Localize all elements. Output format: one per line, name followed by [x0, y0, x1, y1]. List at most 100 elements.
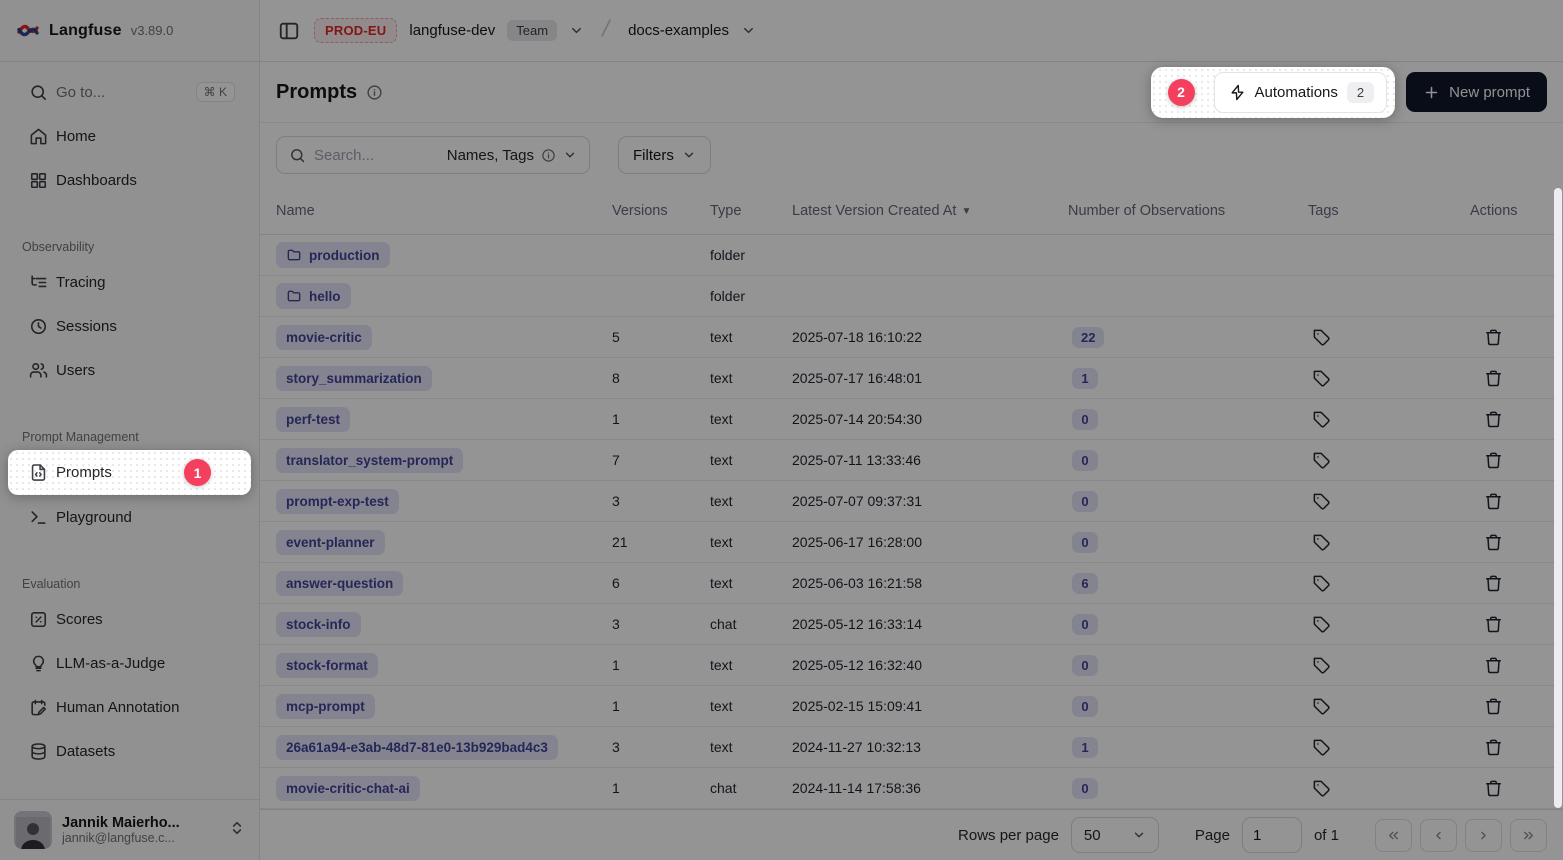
previous-page-button[interactable]: [1420, 819, 1457, 852]
prompt-name-badge[interactable]: stock-info: [276, 612, 361, 637]
prompt-name-badge[interactable]: hello: [276, 283, 351, 309]
sidebar-item-label: Sessions: [56, 318, 117, 335]
table-row[interactable]: movie-critic-chat-ai 1 chat 2024-11-14 1…: [260, 768, 1563, 809]
delete-icon[interactable]: [1480, 406, 1507, 433]
tag-icon[interactable]: [1308, 529, 1335, 556]
delete-icon[interactable]: [1480, 365, 1507, 392]
table-row[interactable]: perf-test 1 text 2025-07-14 20:54:30 0: [260, 399, 1563, 440]
column-header-name[interactable]: Name: [276, 203, 612, 219]
goto-search[interactable]: Go to... ⌘ K: [12, 70, 247, 114]
prompt-name-badge[interactable]: perf-test: [276, 407, 350, 432]
delete-icon[interactable]: [1480, 488, 1507, 515]
column-header-observations[interactable]: Number of Observations: [1068, 203, 1308, 219]
tag-icon[interactable]: [1308, 447, 1335, 474]
prompt-name-badge[interactable]: mcp-prompt: [276, 694, 375, 719]
delete-icon[interactable]: [1480, 693, 1507, 720]
panel-left-icon[interactable]: [276, 18, 302, 44]
delete-icon[interactable]: [1480, 570, 1507, 597]
delete-icon[interactable]: [1480, 734, 1507, 761]
table-row[interactable]: answer-question 6 text 2025-06-03 16:21:…: [260, 563, 1563, 604]
breadcrumb: PROD-EU langfuse-dev Team docs-examples: [260, 0, 1563, 62]
filters-button[interactable]: Filters: [618, 136, 711, 174]
org-name[interactable]: langfuse-dev: [409, 22, 495, 39]
sidebar-item-prompts[interactable]: Prompts 1: [12, 451, 247, 494]
sidebar-item-home[interactable]: Home: [12, 114, 247, 158]
first-page-button[interactable]: [1375, 819, 1412, 852]
sidebar-item-sessions[interactable]: Sessions: [12, 304, 247, 348]
search-scope-select[interactable]: Names, Tags: [447, 147, 577, 164]
sidebar-item-dashboards[interactable]: Dashboards: [12, 158, 247, 202]
table-scrollbar[interactable]: [1554, 188, 1562, 808]
tag-icon[interactable]: [1308, 488, 1335, 515]
tag-icon[interactable]: [1308, 611, 1335, 638]
delete-icon[interactable]: [1480, 775, 1507, 802]
tag-icon[interactable]: [1308, 652, 1335, 679]
tag-icon[interactable]: [1308, 324, 1335, 351]
delete-icon[interactable]: [1480, 611, 1507, 638]
table-row[interactable]: prompt-exp-test 3 text 2025-07-07 09:37:…: [260, 481, 1563, 522]
column-header-type[interactable]: Type: [710, 203, 792, 219]
project-name[interactable]: docs-examples: [628, 22, 729, 39]
prompt-name-badge[interactable]: answer-question: [276, 571, 403, 596]
sidebar-item-llm-judge[interactable]: LLM-as-a-Judge: [12, 641, 247, 685]
prompt-name: event-planner: [286, 535, 375, 550]
column-header-versions[interactable]: Versions: [612, 203, 710, 219]
delete-icon[interactable]: [1480, 447, 1507, 474]
environment-badge[interactable]: PROD-EU: [314, 18, 397, 43]
prompt-name-badge[interactable]: 26a61a94-e3ab-48d7-81e0-13b929bad4c3: [276, 735, 558, 760]
sidebar-item-tracing[interactable]: Tracing: [12, 260, 247, 304]
delete-icon[interactable]: [1480, 652, 1507, 679]
table-row[interactable]: mcp-prompt 1 text 2025-02-15 15:09:41 0: [260, 686, 1563, 727]
type-cell: folder: [710, 288, 792, 304]
prompt-name-badge[interactable]: translator_system-prompt: [276, 448, 463, 473]
tag-icon[interactable]: [1308, 406, 1335, 433]
last-page-button[interactable]: [1510, 819, 1547, 852]
table-row[interactable]: story_summarization 8 text 2025-07-17 16…: [260, 358, 1563, 399]
search-input[interactable]: [314, 147, 439, 164]
table-row[interactable]: 26a61a94-e3ab-48d7-81e0-13b929bad4c3 3 t…: [260, 727, 1563, 768]
sidebar-item-users[interactable]: Users: [12, 348, 247, 392]
prompt-name-badge[interactable]: prompt-exp-test: [276, 489, 399, 514]
rows-per-page-select[interactable]: 50: [1071, 817, 1159, 853]
prompt-name-badge[interactable]: stock-format: [276, 653, 378, 678]
table-row[interactable]: hello folder: [260, 276, 1563, 317]
section-evaluation: Evaluation: [12, 567, 247, 591]
next-page-button[interactable]: [1465, 819, 1502, 852]
page-title: Prompts: [276, 81, 357, 104]
column-header-created-at[interactable]: Latest Version Created At ▼: [792, 203, 1068, 219]
page-input[interactable]: [1242, 817, 1302, 853]
type-cell: text: [710, 657, 792, 673]
chevron-down-icon[interactable]: [569, 23, 584, 38]
table-row[interactable]: movie-critic 5 text 2025-07-18 16:10:22 …: [260, 317, 1563, 358]
prompt-name-badge[interactable]: movie-critic-chat-ai: [276, 776, 420, 801]
prompt-name-badge[interactable]: production: [276, 242, 390, 268]
chevron-down-icon[interactable]: [741, 23, 756, 38]
sidebar-item-scores[interactable]: Scores: [12, 597, 247, 641]
account-menu[interactable]: Jannik Maierho... jannik@langfuse.c...: [0, 799, 259, 860]
tag-icon[interactable]: [1308, 693, 1335, 720]
table-body: production folder hello folder: [260, 235, 1563, 809]
prompt-name-badge[interactable]: story_summarization: [276, 366, 432, 391]
sidebar-item-human-annotation[interactable]: Human Annotation: [12, 685, 247, 729]
command-key: ⌘ K: [196, 82, 235, 102]
sidebar-item-playground[interactable]: Playground: [12, 495, 247, 539]
created-at-cell: 2025-07-18 16:10:22: [792, 329, 1068, 345]
table-row[interactable]: translator_system-prompt 7 text 2025-07-…: [260, 440, 1563, 481]
delete-icon[interactable]: [1480, 529, 1507, 556]
prompt-name-badge[interactable]: event-planner: [276, 530, 385, 555]
tag-icon[interactable]: [1308, 365, 1335, 392]
sidebar-item-datasets[interactable]: Datasets: [12, 729, 247, 773]
delete-icon[interactable]: [1480, 324, 1507, 351]
tag-icon[interactable]: [1308, 775, 1335, 802]
table-row[interactable]: stock-info 3 chat 2025-05-12 16:33:14 0: [260, 604, 1563, 645]
automations-button[interactable]: Automations 2: [1214, 72, 1388, 113]
new-prompt-button[interactable]: New prompt: [1406, 72, 1547, 112]
table-row[interactable]: production folder: [260, 235, 1563, 276]
table-row[interactable]: event-planner 21 text 2025-06-17 16:28:0…: [260, 522, 1563, 563]
prompt-name-badge[interactable]: movie-critic: [276, 325, 372, 350]
table-row[interactable]: stock-format 1 text 2025-05-12 16:32:40 …: [260, 645, 1563, 686]
tag-icon[interactable]: [1308, 570, 1335, 597]
prompt-name: prompt-exp-test: [286, 494, 389, 509]
tag-icon[interactable]: [1308, 734, 1335, 761]
info-icon[interactable]: [366, 84, 383, 101]
